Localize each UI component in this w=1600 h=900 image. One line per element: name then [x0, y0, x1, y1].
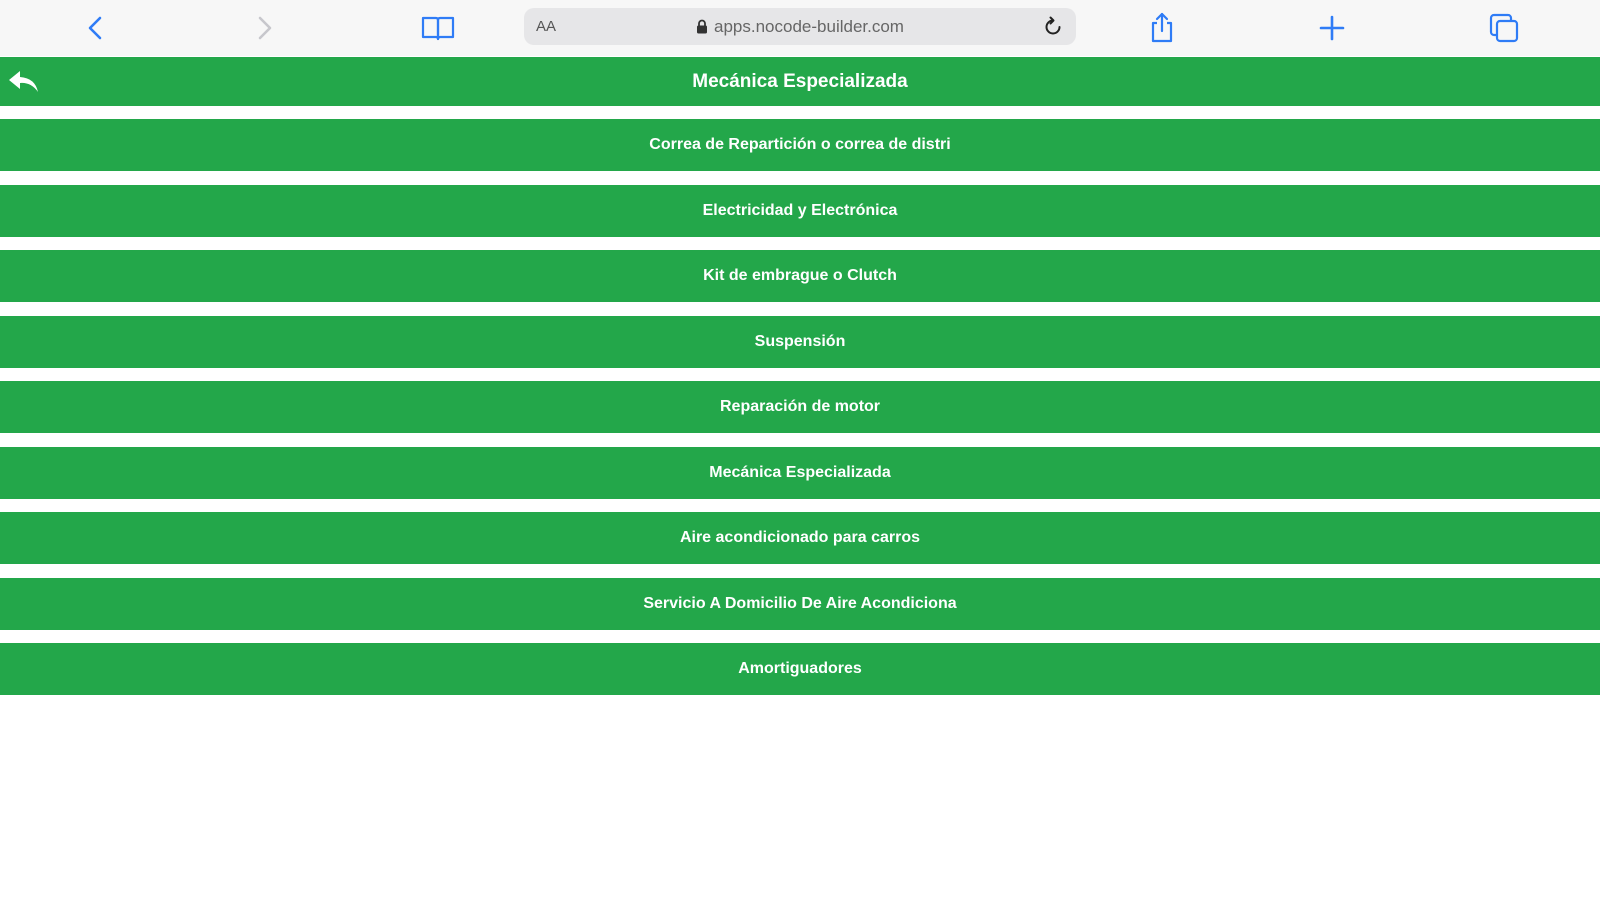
service-item-servicio-domicilio[interactable]: Servicio A Domicilio De Aire Acondiciona [0, 577, 1600, 630]
service-item-suspension[interactable]: Suspensión [0, 315, 1600, 368]
browser-toolbar: AA apps.nocode-builder.com [0, 0, 1600, 56]
service-list: Correa de Repartición o correa de distri… [0, 119, 1600, 695]
app-header: Mecánica Especializada [0, 57, 1600, 106]
page-title: Mecánica Especializada [692, 71, 908, 92]
text-size-button[interactable]: AA [536, 8, 556, 45]
book-icon[interactable] [418, 8, 458, 48]
reply-arrow-icon[interactable] [4, 65, 44, 99]
plus-icon[interactable] [1312, 8, 1352, 48]
service-item-correa-reparticion[interactable]: Correa de Repartición o correa de distri [0, 119, 1600, 171]
chevron-left-icon[interactable] [75, 8, 115, 48]
service-item-aire-acondicionado[interactable]: Aire acondicionado para carros [0, 512, 1600, 564]
service-item-amortiguadores[interactable]: Amortiguadores [0, 643, 1600, 695]
service-item-kit-embrague[interactable]: Kit de embrague o Clutch [0, 250, 1600, 302]
chevron-right-icon[interactable] [245, 8, 285, 48]
service-item-mecanica-especializada[interactable]: Mecánica Especializada [0, 446, 1600, 499]
reload-icon[interactable] [1038, 12, 1068, 42]
share-icon[interactable] [1142, 8, 1182, 48]
address-bar[interactable]: AA apps.nocode-builder.com [524, 8, 1076, 45]
service-item-electricidad[interactable]: Electricidad y Electrónica [0, 184, 1600, 237]
url-text[interactable]: apps.nocode-builder.com [714, 17, 904, 37]
tabs-icon[interactable] [1484, 8, 1524, 48]
url-display: apps.nocode-builder.com [524, 8, 1076, 45]
lock-icon [696, 19, 708, 34]
service-item-reparacion-motor[interactable]: Reparación de motor [0, 381, 1600, 433]
